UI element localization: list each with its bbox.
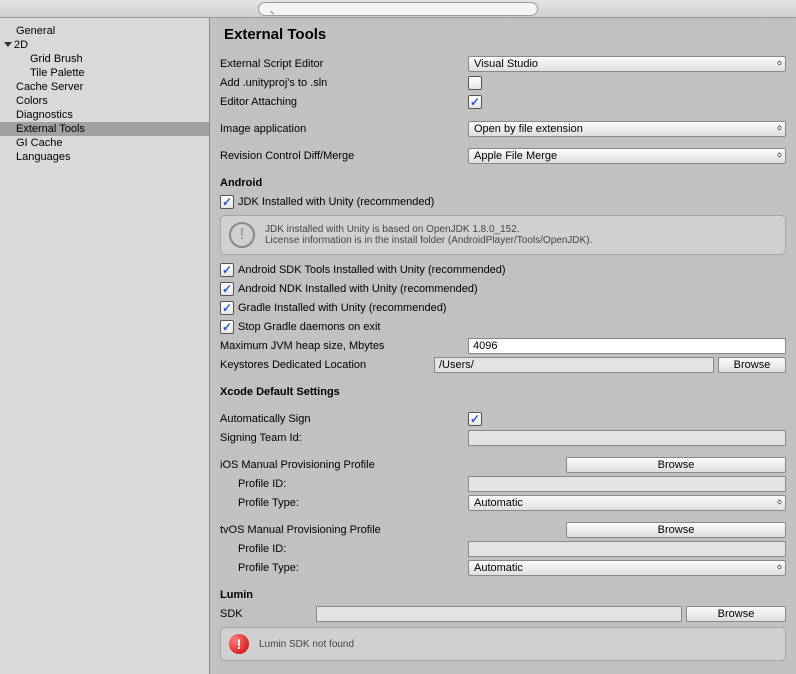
image-app-dropdown[interactable]: Open by file extension <box>468 121 786 137</box>
ios-profile-type-dropdown[interactable]: Automatic <box>468 495 786 511</box>
heap-label: Maximum JVM heap size, Mbytes <box>220 340 468 352</box>
editor-attaching-checkbox[interactable] <box>468 95 482 109</box>
ndk-label: Android NDK Installed with Unity (recomm… <box>238 283 478 295</box>
add-unityproj-checkbox[interactable] <box>468 76 482 90</box>
sidebar-item-gi-cache[interactable]: GI Cache <box>0 136 209 150</box>
ios-profile-type-label: Profile Type: <box>220 497 468 509</box>
sidebar-item-general[interactable]: General <box>0 24 209 38</box>
lumin-error-box: ! Lumin SDK not found <box>220 627 786 661</box>
search-input[interactable] <box>258 2 538 16</box>
rev-control-label: Revision Control Diff/Merge <box>220 150 468 162</box>
tvos-profile-id-label: Profile ID: <box>220 543 468 555</box>
lumin-header: Lumin <box>220 589 786 601</box>
toolbar <box>0 0 796 18</box>
team-id-label: Signing Team Id: <box>220 432 468 444</box>
script-editor-dropdown[interactable]: Visual Studio <box>468 56 786 72</box>
script-editor-label: External Script Editor <box>220 58 468 70</box>
keystore-label: Keystores Dedicated Location <box>220 359 434 371</box>
page-title: External Tools <box>224 26 786 43</box>
android-header: Android <box>220 177 786 189</box>
tvos-profile-id-input[interactable] <box>468 541 786 557</box>
gradle-checkbox[interactable] <box>220 301 234 315</box>
team-id-input[interactable] <box>468 430 786 446</box>
jdk-info-box: ! JDK installed with Unity is based on O… <box>220 215 786 255</box>
ios-profile-id-input[interactable] <box>468 476 786 492</box>
tvos-prov-header: tvOS Manual Provisioning Profile <box>220 524 566 536</box>
sidebar-item-2d[interactable]: 2D <box>0 38 209 52</box>
keystore-input[interactable] <box>434 357 714 373</box>
foldout-icon <box>4 42 12 47</box>
lumin-error-text: Lumin SDK not found <box>259 639 354 650</box>
xcode-header: Xcode Default Settings <box>220 386 786 398</box>
stop-gradle-label: Stop Gradle daemons on exit <box>238 321 380 333</box>
stop-gradle-checkbox[interactable] <box>220 320 234 334</box>
tvos-profile-type-dropdown[interactable]: Automatic <box>468 560 786 576</box>
preferences-sidebar: General 2D Grid Brush Tile Palette Cache… <box>0 18 210 674</box>
lumin-sdk-label: SDK <box>220 608 316 620</box>
editor-attaching-label: Editor Attaching <box>220 96 468 108</box>
preferences-content: External Tools External Script Editor Vi… <box>210 18 796 674</box>
sidebar-item-tile-palette[interactable]: Tile Palette <box>0 66 209 80</box>
ndk-checkbox[interactable] <box>220 282 234 296</box>
gradle-label: Gradle Installed with Unity (recommended… <box>238 302 446 314</box>
tvos-profile-type-label: Profile Type: <box>220 562 468 574</box>
sidebar-item-cache-server[interactable]: Cache Server <box>0 80 209 94</box>
lumin-browse-button[interactable]: Browse <box>686 606 786 622</box>
sdk-checkbox[interactable] <box>220 263 234 277</box>
heap-input[interactable] <box>468 338 786 354</box>
jdk-checkbox[interactable] <box>220 195 234 209</box>
sidebar-item-grid-brush[interactable]: Grid Brush <box>0 52 209 66</box>
jdk-label: JDK Installed with Unity (recommended) <box>238 196 434 208</box>
add-unityproj-label: Add .unityproj's to .sln <box>220 77 468 89</box>
search-icon <box>258 2 538 16</box>
ios-prov-header: iOS Manual Provisioning Profile <box>220 459 566 471</box>
tvos-browse-button[interactable]: Browse <box>566 522 786 538</box>
autosign-checkbox[interactable] <box>468 412 482 426</box>
sidebar-item-external-tools[interactable]: External Tools <box>0 122 209 136</box>
image-app-label: Image application <box>220 123 468 135</box>
jdk-info-line1: JDK installed with Unity is based on Ope… <box>265 224 592 235</box>
autosign-label: Automatically Sign <box>220 413 468 425</box>
sidebar-item-label: 2D <box>14 39 28 51</box>
ios-profile-id-label: Profile ID: <box>220 478 468 490</box>
sdk-label: Android SDK Tools Installed with Unity (… <box>238 264 506 276</box>
error-icon: ! <box>229 634 249 654</box>
ios-browse-button[interactable]: Browse <box>566 457 786 473</box>
jdk-info-line2: License information is in the install fo… <box>265 235 592 246</box>
sidebar-item-diagnostics[interactable]: Diagnostics <box>0 108 209 122</box>
rev-control-dropdown[interactable]: Apple File Merge <box>468 148 786 164</box>
sidebar-item-colors[interactable]: Colors <box>0 94 209 108</box>
info-icon: ! <box>229 222 255 248</box>
lumin-sdk-input[interactable] <box>316 606 682 622</box>
sidebar-item-languages[interactable]: Languages <box>0 150 209 164</box>
keystore-browse-button[interactable]: Browse <box>718 357 786 373</box>
